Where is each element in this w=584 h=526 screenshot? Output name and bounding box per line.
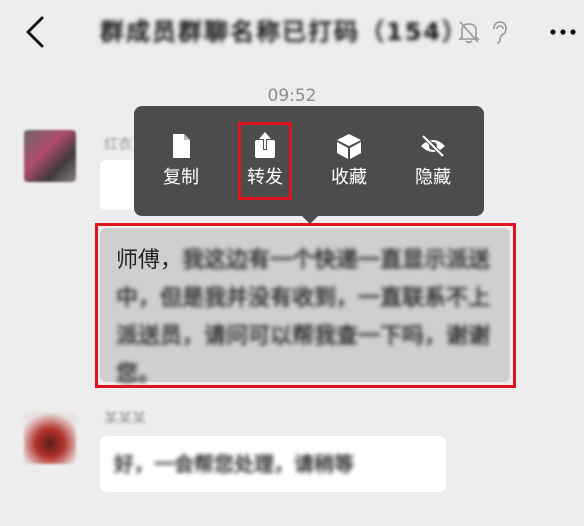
top-bar: 群成员群聊名称已打码（154） (0, 0, 584, 64)
menu-item-label: 复制 (163, 167, 199, 188)
more-icon[interactable] (548, 22, 578, 42)
menu-item-hide[interactable]: 隐藏 (398, 124, 468, 198)
menu-item-copy[interactable]: 复制 (146, 124, 216, 198)
sender-name: 红衣 (104, 137, 132, 153)
message-timestamp: 09:52 (267, 86, 317, 106)
menu-item-collect[interactable]: 收藏 (314, 124, 384, 198)
sender-name: 某某某 (104, 411, 146, 427)
menu-item-label: 收藏 (331, 167, 367, 188)
menu-item-label: 隐藏 (415, 167, 451, 188)
forward-highlight-box (238, 122, 292, 200)
ear-icon (488, 20, 510, 44)
hide-eye-icon (419, 132, 447, 160)
copy-icon (167, 132, 195, 160)
avatar[interactable] (24, 130, 76, 182)
message-highlight-box (95, 223, 516, 388)
mute-bell-icon (458, 20, 480, 44)
message-bubble[interactable]: 好，一会帮您处理，请稍等 (100, 436, 446, 492)
avatar[interactable] (24, 412, 76, 464)
message-text: 好，一会帮您处理，请稍等 (114, 452, 354, 476)
back-icon[interactable] (18, 14, 54, 50)
message-context-menu: 复制 转发 收藏 隐藏 (134, 106, 484, 216)
collect-icon (335, 132, 363, 160)
chat-title: 群成员群聊名称已打码（154） (100, 18, 469, 46)
